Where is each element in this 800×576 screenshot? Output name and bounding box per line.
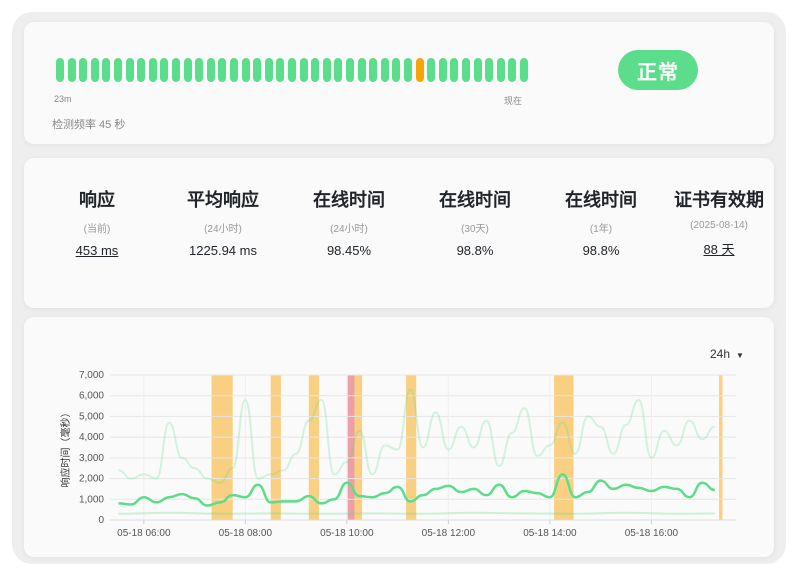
response-time-chart: 0 1,000 2,000 3,000 4,000 5,000 6,000 7,000 05-1… xyxy=(59,370,736,539)
maintenance-band xyxy=(211,375,233,520)
stat-response: 响应 (当前) 453 ms xyxy=(34,188,160,258)
heartbeat-beat[interactable] xyxy=(90,58,99,82)
heartbeat-beat[interactable] xyxy=(485,58,494,82)
maintenance-band xyxy=(354,375,363,520)
stat-subtitle: (当前) xyxy=(83,224,111,235)
heartbeat-beat[interactable] xyxy=(67,58,76,82)
stat-subtitle: (2025-08-14) xyxy=(690,220,748,231)
heartbeat-beat[interactable] xyxy=(346,58,354,82)
heartbeat-beat[interactable] xyxy=(369,58,378,82)
heartbeat-beat[interactable] xyxy=(438,58,447,82)
heartbeat-beat[interactable] xyxy=(508,58,517,82)
heartbeat-beat[interactable] xyxy=(450,58,459,82)
stat-subtitle: (1年) xyxy=(589,224,613,235)
heartbeat-bar xyxy=(56,58,528,82)
range-select[interactable]: 24h ▼ xyxy=(710,347,744,361)
heartbeat-beat[interactable] xyxy=(172,58,180,82)
y-tick-label: 3,000 xyxy=(79,453,104,464)
x-tick-label: 05-18 10:00 xyxy=(320,528,374,539)
stat-subtitle: (24小时) xyxy=(330,224,368,235)
heartbeat-beat[interactable] xyxy=(183,58,192,82)
maintenance-band xyxy=(270,375,281,520)
y-tick-label: 7,000 xyxy=(79,370,104,381)
heartbeat-beat[interactable] xyxy=(241,58,250,82)
status-page: 23m 现在 检测频率 45 秒 正常 响应 (当前) 453 ms 平均响应 … xyxy=(12,12,786,564)
stat-cert-expiry: 证书有效期 (2025-08-14) 88 天 xyxy=(664,188,774,258)
heartbeat-beat[interactable] xyxy=(357,58,366,82)
heartbeat-beat[interactable] xyxy=(148,58,157,82)
stat-uptime-24h: 在线时间 (24小时) 98.45% xyxy=(286,188,412,258)
heartbeat-beat[interactable] xyxy=(473,58,482,82)
y-tick-label: 2,000 xyxy=(79,474,104,485)
x-tick-label: 05-18 14:00 xyxy=(523,528,577,539)
y-axis-label: 响应时间（毫秒） xyxy=(59,408,72,488)
stat-title: 证书有效期 xyxy=(674,190,764,210)
heartbeat-beat[interactable] xyxy=(288,58,296,82)
heartbeat-beat[interactable] xyxy=(102,58,111,82)
stat-title: 在线时间 xyxy=(313,190,385,210)
y-tick-label: 4,000 xyxy=(79,432,104,443)
heartbeat-beat[interactable] xyxy=(206,58,215,82)
heartbeat-beat[interactable] xyxy=(114,58,122,82)
stat-value-link[interactable]: 453 ms xyxy=(34,243,160,258)
heartbeat-beat[interactable] xyxy=(380,58,389,82)
stat-value: 98.45% xyxy=(326,243,372,258)
max-response-line xyxy=(118,388,716,484)
heartbeat-beat[interactable] xyxy=(520,58,528,82)
stat-value-link[interactable]: 88 天 xyxy=(664,239,774,258)
stat-subtitle: (30天) xyxy=(461,224,489,235)
status-badge: 正常 xyxy=(618,50,698,90)
stat-uptime-1y: 在线时间 (1年) 98.8% xyxy=(538,188,664,258)
stat-avg-response: 平均响应 (24小时) 1225.94 ms xyxy=(160,188,286,258)
y-tick-label: 5,000 xyxy=(79,411,104,422)
heartbeat-start-label: 23m xyxy=(54,94,72,104)
stat-title: 响应 xyxy=(79,190,115,210)
heartbeat-beat[interactable] xyxy=(125,58,134,82)
chart-card: 0 1,000 2,000 3,000 4,000 5,000 6,000 7,000 05-1… xyxy=(24,317,774,557)
x-tick-label: 05-18 06:00 xyxy=(117,528,171,539)
heartbeat-beat[interactable] xyxy=(79,58,88,82)
stat-title: 在线时间 xyxy=(565,190,637,210)
heartbeat-beat[interactable] xyxy=(218,58,227,82)
x-tick-label: 05-18 16:00 xyxy=(625,528,679,539)
heartbeat-beat[interactable] xyxy=(462,58,470,82)
stat-uptime-30d: 在线时间 (30天) 98.8% xyxy=(412,188,538,258)
y-tick-label: 6,000 xyxy=(79,391,104,402)
heartbeat-beat[interactable] xyxy=(311,58,320,82)
stat-title: 在线时间 xyxy=(439,190,511,210)
heartbeat-beat[interactable] xyxy=(322,58,331,82)
x-tick-label: 05-18 12:00 xyxy=(422,528,476,539)
stat-value: 98.8% xyxy=(582,243,620,258)
maintenance-band xyxy=(719,375,723,520)
heartbeat-beat[interactable] xyxy=(334,58,343,82)
heartbeat-end-label: 现在 xyxy=(504,96,523,106)
heartbeat-beat[interactable] xyxy=(496,58,505,82)
y-tick-label: 0 xyxy=(98,515,104,526)
range-value: 24h xyxy=(710,347,731,361)
heartbeat-beat[interactable] xyxy=(264,58,273,82)
chevron-down-icon: ▼ xyxy=(736,351,744,360)
heartbeat-beat[interactable] xyxy=(56,58,64,82)
heartbeat-beat[interactable] xyxy=(404,58,412,82)
heartbeat-beat[interactable] xyxy=(160,58,169,82)
heartbeat-beat[interactable] xyxy=(276,58,285,82)
stat-value: 1225.94 ms xyxy=(189,243,257,258)
x-tick-label: 05-18 08:00 xyxy=(219,528,273,539)
check-frequency: 检测频率 45 秒 xyxy=(52,119,126,131)
y-tick-label: 1,000 xyxy=(79,494,104,505)
heartbeat-beat[interactable] xyxy=(253,58,262,82)
heartbeat-beat[interactable] xyxy=(299,58,308,82)
heartbeat-beat[interactable] xyxy=(392,58,401,82)
stats-card: 响应 (当前) 453 ms 平均响应 (24小时) 1225.94 ms 在线… xyxy=(24,158,774,308)
heartbeat-beat[interactable] xyxy=(230,58,238,82)
heartbeat-beat[interactable] xyxy=(427,58,436,82)
heartbeat-beat[interactable] xyxy=(195,58,204,82)
heartbeat-beat[interactable] xyxy=(137,58,146,82)
stat-subtitle: (24小时) xyxy=(204,224,242,235)
min-response-line xyxy=(118,511,715,515)
stat-value: 98.8% xyxy=(456,243,494,258)
heartbeat-card: 23m 现在 检测频率 45 秒 正常 xyxy=(24,22,774,144)
heartbeat-beat[interactable] xyxy=(415,58,424,82)
stat-title: 平均响应 xyxy=(187,190,259,210)
